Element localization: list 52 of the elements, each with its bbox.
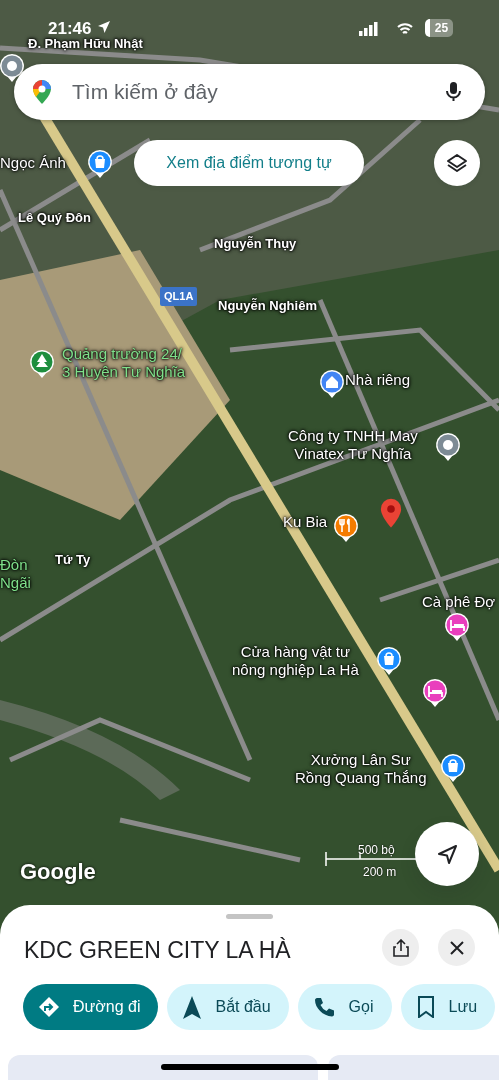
- shopping-bag-pin-icon[interactable]: [86, 148, 114, 180]
- navigation-arrow-icon: [436, 843, 458, 865]
- place-label[interactable]: Công ty TNHH May Vinatex Tư Nghĩa: [288, 427, 418, 463]
- map-pin-logo-icon: [30, 78, 54, 106]
- action-button[interactable]: Bắt đầu: [167, 984, 289, 1030]
- place-label[interactable]: Cà phê Đợ: [422, 593, 496, 611]
- share-icon: [392, 938, 409, 957]
- microphone-icon[interactable]: [446, 82, 461, 102]
- action-button[interactable]: Gọi: [297, 984, 392, 1030]
- search-field[interactable]: Tìm kiếm ở đây: [70, 75, 446, 109]
- drag-handle[interactable]: [226, 914, 273, 919]
- street-label[interactable]: Tứ Ty: [55, 552, 91, 568]
- route-shield: QL1A: [160, 287, 198, 306]
- phone-icon: [313, 996, 335, 1018]
- battery-indicator: 25: [425, 19, 453, 37]
- street-label[interactable]: Nguyễn Nghiêm: [218, 298, 317, 314]
- place-label[interactable]: Đòn Ngãi: [0, 556, 31, 592]
- house-pin-icon[interactable]: [318, 368, 346, 400]
- dot-pin-icon[interactable]: [434, 431, 462, 463]
- scale-label: 200 m: [363, 864, 397, 881]
- navigation-arrow-icon: [183, 995, 202, 1019]
- search-bar[interactable]: Tìm kiếm ở đây: [14, 64, 485, 120]
- place-label[interactable]: Xưởng Lân Sư Rồng Quang Thắng: [295, 751, 427, 787]
- bed-pin-icon[interactable]: [443, 611, 471, 643]
- signal-icon: [359, 22, 378, 36]
- close-icon: [449, 940, 464, 955]
- street-label[interactable]: Lê Quý Đôn: [18, 210, 91, 226]
- dot-pin-icon[interactable]: [0, 52, 26, 84]
- status-time: 21:46: [48, 18, 92, 39]
- street-label[interactable]: Nguyễn Thụy: [214, 236, 297, 252]
- bookmark-icon: [416, 996, 435, 1018]
- tree-pin-icon[interactable]: [28, 348, 56, 380]
- shopping-bag-pin-icon[interactable]: [439, 752, 467, 784]
- similar-places-button[interactable]: Xem địa điểm tương tự: [134, 140, 364, 186]
- layers-icon: [446, 153, 468, 173]
- close-button[interactable]: [438, 929, 475, 966]
- diamond-arrow-icon: [39, 997, 59, 1017]
- scale-label: 500 bộ: [358, 842, 395, 859]
- share-button[interactable]: [382, 929, 419, 966]
- wifi-icon: [397, 22, 413, 35]
- google-logo: Google: [20, 858, 96, 886]
- place-title: KDC GREEN CITY LA HÀ: [24, 936, 291, 965]
- bed-pin-icon[interactable]: [421, 677, 449, 709]
- place-label[interactable]: Ngọc Ánh: [0, 154, 66, 172]
- shopping-bag-pin-icon[interactable]: [375, 645, 403, 677]
- fork-knife-pin-icon[interactable]: [332, 512, 360, 544]
- action-button[interactable]: Lưu: [400, 984, 496, 1030]
- location-arrow-icon: [97, 20, 111, 34]
- place-label[interactable]: Nhà riêng: [345, 371, 411, 389]
- street-label[interactable]: Đ. Phạm Hữu Nhật: [28, 36, 143, 52]
- action-button[interactable]: Đường đi: [23, 984, 159, 1030]
- place-label[interactable]: Cửa hàng vật tư nông nghiệp La Hà: [232, 643, 359, 679]
